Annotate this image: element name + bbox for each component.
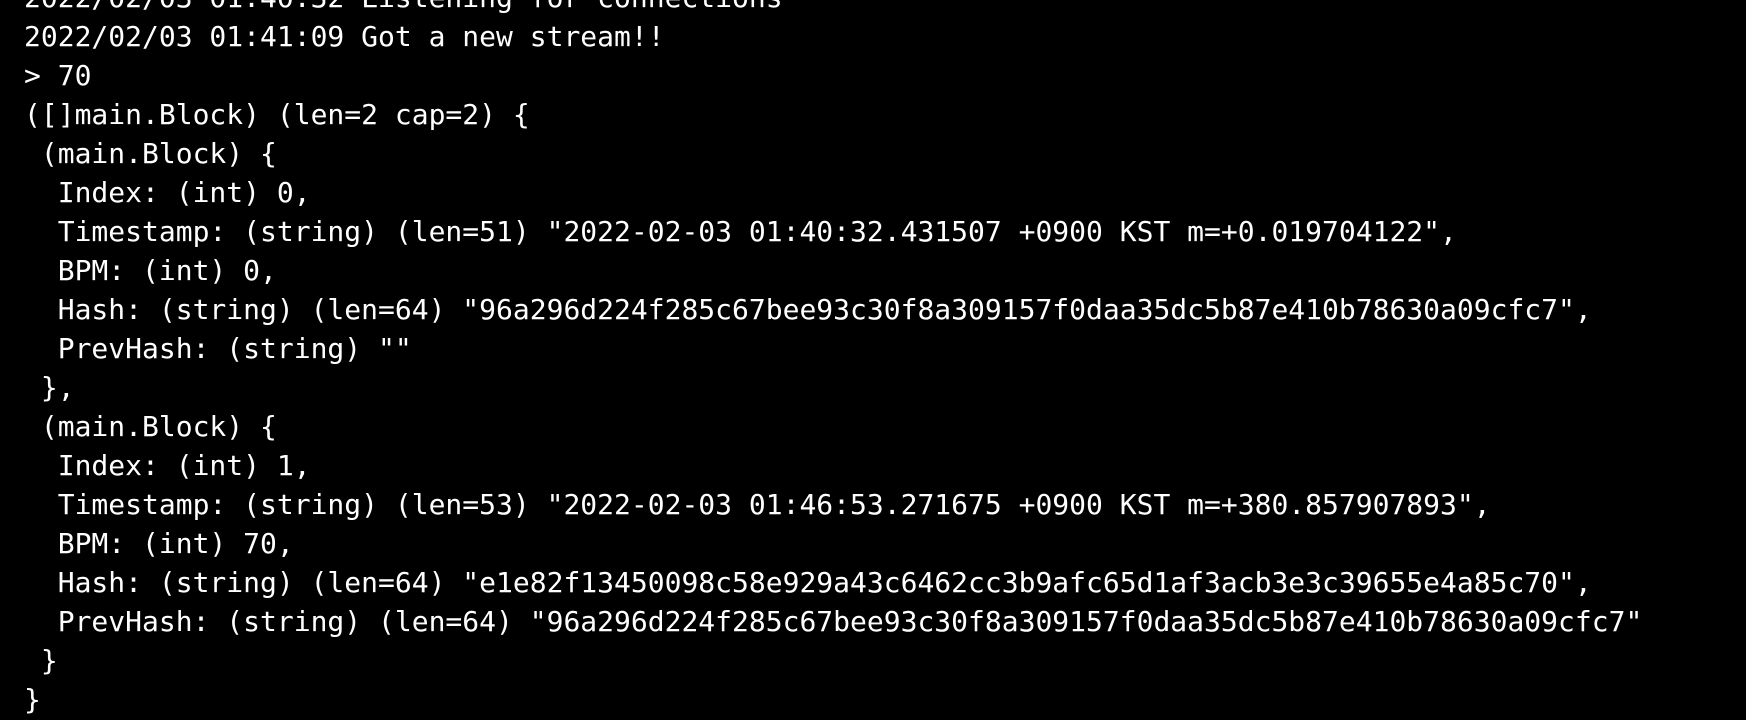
terminal-line-block0-timestamp: Timestamp: (string) (len=51) "2022-02-03… (24, 215, 1457, 248)
terminal-line-block0-prevhash: PrevHash: (string) "" (24, 332, 412, 365)
terminal-window[interactable]: 2022/02/03 01:40:32 Listening for connec… (0, 0, 1746, 720)
terminal-line-block0-close: }, (24, 371, 75, 404)
terminal-line-block-slice-header: ([]main.Block) (len=2 cap=2) { (24, 98, 530, 131)
terminal-line-block1-open: (main.Block) { (24, 410, 277, 443)
terminal-line-block1-hash: Hash: (string) (len=64) "e1e82f13450098c… (24, 566, 1592, 599)
terminal-line-block1-timestamp: Timestamp: (string) (len=53) "2022-02-03… (24, 488, 1491, 521)
terminal-line-new-stream: 2022/02/03 01:41:09 Got a new stream!! (24, 20, 665, 53)
terminal-line-block1-prevhash: PrevHash: (string) (len=64) "96a296d224f… (24, 605, 1643, 638)
terminal-line-block0-index: Index: (int) 0, (24, 176, 311, 209)
terminal-line-block0-hash: Hash: (string) (len=64) "96a296d224f285c… (24, 293, 1592, 326)
terminal-line-block1-close: } (24, 644, 58, 677)
terminal-line-block1-index: Index: (int) 1, (24, 449, 311, 482)
terminal-line-block0-open: (main.Block) { (24, 137, 277, 170)
terminal-line-input-prompt: > 70 (24, 59, 92, 92)
terminal-line-block0-bpm: BPM: (int) 0, (24, 254, 277, 287)
terminal-line-listening: 2022/02/03 01:40:32 Listening for connec… (24, 0, 1642, 17)
terminal-line-block1-bpm: BPM: (int) 70, (24, 527, 294, 560)
terminal-line-slice-close: } (24, 683, 41, 716)
terminal-output: 2022/02/03 01:40:32 Listening for connec… (24, 0, 1642, 719)
